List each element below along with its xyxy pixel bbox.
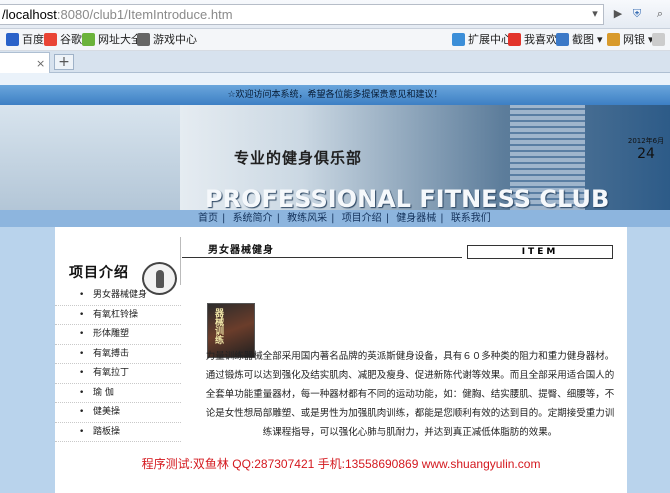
program-description: 力量训练器械全部采用国内著名品牌的英派斯健身设备，具有６０多种类的阻力和重力健身… [205, 351, 615, 438]
date-month: 2012年6月 [627, 137, 665, 145]
sidebar-item-machine-fitness[interactable]: 男女器械健身 [55, 286, 181, 306]
dropdown-arrow-icon[interactable]: ▾ [585, 4, 605, 25]
bookmark-baidu[interactable]: 百度 [6, 33, 44, 48]
credit-line: 程序测试:双鱼林 QQ:287307421 手机:13558690869 www… [141, 457, 541, 471]
sidebar-item-kickboxing[interactable]: 有氧搏击 [55, 345, 181, 364]
url-host: /localhost [2, 7, 57, 22]
calendar-date: 2012年6月 24 [626, 136, 666, 162]
new-tab-button[interactable]: + [54, 54, 74, 70]
more-bookmarks[interactable] [652, 33, 668, 48]
bookmark-screenshot[interactable]: 截图 ▾ [556, 33, 603, 48]
bookmark-games[interactable]: 游戏中心 [137, 33, 197, 48]
banner-slogan: 专业的健身俱乐部 [234, 149, 363, 167]
bookmark-label: 扩展中心 [468, 34, 512, 46]
menu-icon [652, 33, 665, 46]
bank-icon [607, 33, 620, 46]
welcome-message: ☆欢迎访问本系统，希望各位能多提保贵意见和建议！ [0, 85, 670, 105]
url-field[interactable]: /localhost:8080/club1/ItemIntroduce.htm [0, 4, 604, 25]
nav-home[interactable]: 首页 [198, 213, 218, 224]
bookmark-google[interactable]: 谷歌 [44, 33, 82, 48]
divider [182, 257, 462, 258]
scissors-icon [556, 33, 569, 46]
sidebar-title: 项目介绍 [69, 265, 129, 281]
shield-icon[interactable]: ⛨ [627, 4, 647, 25]
nav-contact[interactable]: 联系我们 [451, 213, 491, 224]
gym-equipment-image [0, 105, 180, 210]
heart-icon [508, 33, 521, 46]
site-banner: 专业的健身俱乐部 PROFESSIONAL FITNESS CLUB [0, 105, 670, 210]
sidebar-item-latin[interactable]: 有氧拉丁 [55, 364, 181, 384]
google-icon [44, 33, 57, 46]
date-day: 24 [637, 146, 655, 162]
content-area: 项目介绍 男女器械健身 有氧杠铃操 形体雕塑 有氧搏击 有氧拉丁 瑜 伽 健美操… [55, 227, 627, 493]
bookmarks-bar: 百度 谷歌 网址大全 游戏中心 扩展中心 我喜欢 截图 ▾ 网银 ▾ [0, 29, 670, 51]
sidebar-item-bodybuilding[interactable]: 健美操 [55, 403, 181, 423]
bookmark-hao[interactable]: 网址大全 [82, 33, 142, 48]
bookmark-extensions[interactable]: 扩展中心 [452, 33, 512, 48]
bookmark-label: 网址大全 [98, 34, 142, 46]
bookmark-label: 百度 [22, 34, 44, 46]
bookmark-label: 网银 [623, 34, 645, 46]
nav-programs[interactable]: 项目介绍 [342, 213, 382, 224]
search-icon[interactable]: ⌕ [650, 4, 670, 25]
close-icon[interactable]: × [36, 57, 45, 70]
baidu-icon [6, 33, 19, 46]
bookmark-label: 截图 [572, 34, 594, 46]
section-header: 男女器械健身 ITEM [182, 239, 627, 269]
bookmark-ebank[interactable]: 网银 ▾ [607, 33, 654, 48]
item-label: ITEM [467, 245, 613, 259]
main-nav: 首页 | 系统简介 | 教练风采 | 项目介绍 | 健身器械 | 联系我们 [0, 210, 670, 227]
banner-title: PROFESSIONAL FITNESS CLUB [205, 185, 610, 210]
tab-strip: × + [0, 51, 670, 73]
bookmark-label: 我喜欢 [524, 34, 557, 46]
photo-caption: 器械训练 [213, 308, 223, 344]
nav-equipment[interactable]: 健身器械 [396, 213, 436, 224]
web-directory-icon [82, 33, 95, 46]
bookmark-favorites[interactable]: 我喜欢 [508, 33, 557, 48]
sidebar-menu: 男女器械健身 有氧杠铃操 形体雕塑 有氧搏击 有氧拉丁 瑜 伽 健美操 踏板操 [55, 286, 181, 442]
section-title: 男女器械健身 [208, 245, 274, 256]
sidebar-item-body-sculpt[interactable]: 形体雕塑 [55, 325, 181, 345]
extensions-icon [452, 33, 465, 46]
nav-coaches[interactable]: 教练风采 [287, 213, 327, 224]
address-bar: /localhost:8080/club1/ItemIntroduce.htm … [0, 0, 670, 29]
sidebar-item-step[interactable]: 踏板操 [55, 423, 181, 442]
sidebar-item-barbell-aerobics[interactable]: 有氧杠铃操 [55, 306, 181, 325]
sidebar-item-yoga[interactable]: 瑜 伽 [55, 384, 181, 403]
bookmark-label: 谷歌 [60, 34, 82, 46]
go-arrow-icon[interactable]: ▶ [608, 4, 628, 25]
browser-tab[interactable]: × [0, 52, 50, 73]
gamepad-icon [137, 33, 150, 46]
sidebar-header: 项目介绍 [55, 237, 181, 295]
nav-about[interactable]: 系统简介 [233, 213, 273, 224]
bookmark-label: 游戏中心 [153, 34, 197, 46]
page-top-band [0, 73, 670, 85]
url-path: :8080/club1/ItemIntroduce.htm [56, 7, 233, 22]
